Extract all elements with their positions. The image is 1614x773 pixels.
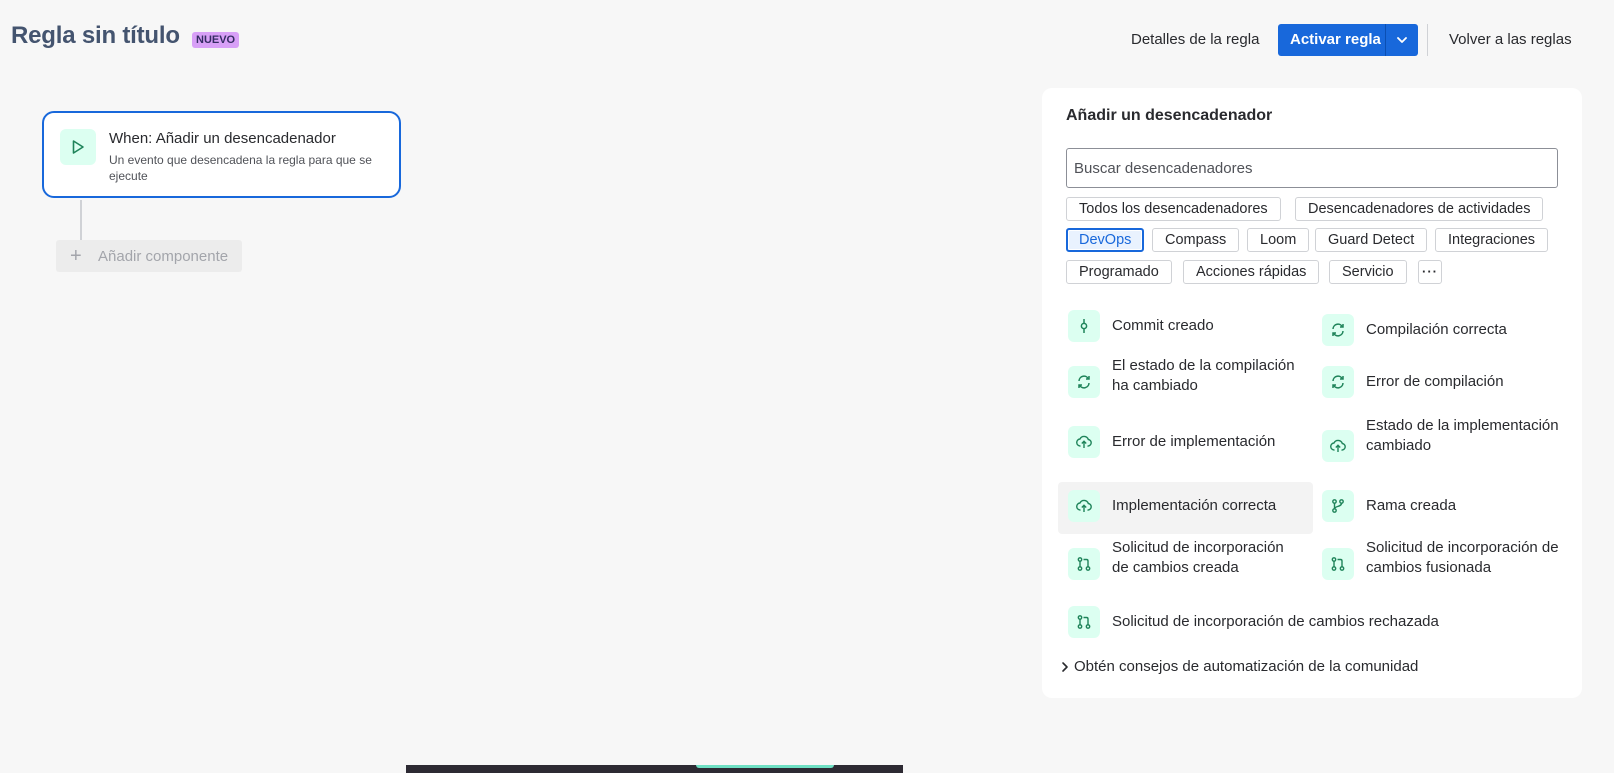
trigger-option[interactable]: Implementación correcta [1058, 482, 1313, 534]
chip-activity-triggers[interactable]: Desencadenadores de actividades [1295, 197, 1544, 221]
trigger-option[interactable]: Compilación correcta [1312, 306, 1567, 358]
trigger-option-label: El estado de la compilación ha cambiado [1112, 357, 1295, 394]
more-chips-button[interactable]: ··· [1418, 260, 1442, 284]
trigger-option[interactable]: Commit creado [1058, 302, 1313, 354]
new-badge: NUEVO [192, 32, 240, 48]
play-icon [60, 129, 96, 165]
trigger-option-label: Solicitud de incorporación de cambios cr… [1112, 539, 1284, 576]
deploy-icon [1068, 490, 1100, 522]
trigger-option[interactable]: Error de compilación [1312, 358, 1567, 410]
chip-integrations[interactable]: Integraciones [1435, 228, 1549, 252]
chip-all-triggers[interactable]: Todos los desencadenadores [1066, 197, 1281, 221]
rule-title[interactable]: Regla sin título [11, 22, 180, 50]
trigger-option-label: Commit creado [1112, 317, 1214, 334]
trigger-option[interactable]: Solicitud de incorporación de cambios re… [1058, 598, 1538, 650]
plus-icon: + [70, 245, 82, 267]
chevron-right-icon [1062, 662, 1068, 672]
trigger-option[interactable]: El estado de la compilación ha cambiado [1058, 357, 1313, 410]
chip-service[interactable]: Servicio [1329, 260, 1407, 284]
trigger-option[interactable]: Solicitud de incorporación de cambios cr… [1058, 539, 1313, 592]
trigger-option-label: Solicitud de incorporación de cambios re… [1112, 613, 1439, 630]
panel-title: Añadir un desencadenador [1066, 107, 1273, 124]
trigger-card[interactable]: When: Añadir un desencadenador Un evento… [42, 111, 401, 198]
button-divider [1385, 24, 1386, 56]
chip-scheduled[interactable]: Programado [1066, 260, 1172, 284]
trigger-option-label: Implementación correcta [1112, 497, 1277, 514]
build-icon [1068, 366, 1100, 398]
trigger-option-label: Error de implementación [1112, 433, 1276, 450]
trigger-option[interactable]: Solicitud de incorporación de cambios fu… [1312, 539, 1567, 592]
add-component-label: Añadir componente [98, 248, 229, 265]
trigger-option-label: Solicitud de incorporación de cambios fu… [1366, 539, 1559, 576]
trigger-option-label: Compilación correcta [1366, 321, 1507, 338]
trigger-option[interactable]: Rama creada [1312, 482, 1567, 534]
build-icon [1322, 366, 1354, 398]
add-component-button[interactable]: + Añadir componente [56, 240, 242, 272]
chip-guard-detect[interactable]: Guard Detect [1315, 228, 1428, 252]
deploy-icon [1322, 430, 1354, 462]
build-icon [1322, 314, 1354, 346]
trigger-option-label: Estado de la implementación cambiado [1366, 417, 1559, 454]
chip-devops[interactable]: DevOps [1066, 228, 1145, 252]
rule-details-link[interactable]: Detalles de la regla [1131, 31, 1259, 48]
trigger-description: Un evento que desencadena la regla para … [109, 153, 372, 183]
deploy-icon [1068, 426, 1100, 458]
branch-icon [1322, 490, 1354, 522]
community-tips-label: Obtén consejos de automatización de la c… [1074, 658, 1419, 675]
community-tips-toggle[interactable]: Obtén consejos de automatización de la c… [1060, 658, 1418, 675]
chip-compass[interactable]: Compass [1152, 228, 1240, 252]
chip-quick-actions[interactable]: Acciones rápidas [1183, 260, 1320, 284]
trigger-option[interactable]: Error de implementación [1058, 418, 1313, 470]
trigger-title: When: Añadir un desencadenador [109, 130, 336, 147]
activate-rule-label: Activar regla [1290, 31, 1381, 48]
activate-rule-button[interactable]: Activar regla [1278, 24, 1418, 56]
pull-request-icon [1068, 606, 1100, 638]
trigger-option-label: Rama creada [1366, 497, 1457, 514]
commit-icon [1068, 310, 1100, 342]
pull-request-icon [1068, 548, 1100, 580]
chevron-down-icon[interactable] [1394, 32, 1410, 48]
bottom-toolbar [406, 765, 903, 773]
chip-loom[interactable]: Loom [1247, 228, 1310, 252]
trigger-option[interactable]: Estado de la implementación cambiado [1312, 417, 1567, 474]
back-to-rules-link[interactable]: Volver a las reglas [1449, 31, 1572, 48]
search-triggers-input[interactable] [1066, 148, 1558, 188]
add-trigger-panel: Añadir un desencadenador Todos los desen… [1042, 88, 1582, 698]
flow-connector [80, 200, 82, 240]
header-divider [1427, 24, 1428, 56]
pull-request-icon [1322, 548, 1354, 580]
trigger-option-label: Error de compilación [1366, 373, 1504, 390]
